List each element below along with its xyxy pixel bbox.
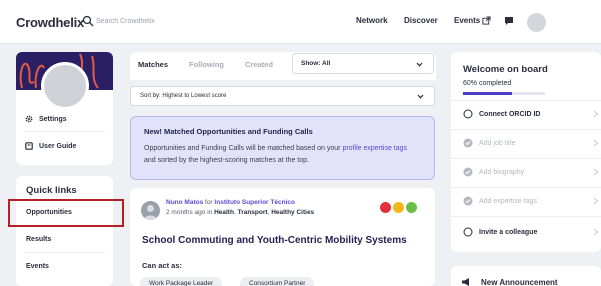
banner-text-start: Opportunities and Funding Calls will be … [144,145,343,152]
book-icon [25,142,33,150]
external-link-icon [482,16,491,25]
quick-link-results[interactable]: Results [26,236,51,243]
show-filter-select[interactable]: Show: All [292,53,434,74]
author-name[interactable]: Nuno Matos [166,199,203,206]
sort-value: Sort by: Highest to Lowest score [140,93,227,99]
post-time: 2 months ago in [166,209,213,216]
search-icon [82,15,94,27]
welcome-card: Welcome on board 60% completed Connect O… [451,52,601,252]
can-act-as-label: Can act as: [142,261,183,270]
role-chip: Consortium Partner [240,277,315,286]
chevron-down-icon [417,94,424,99]
checklist-invite-colleague[interactable]: Invite a colleague [463,227,537,237]
chevron-down-icon [416,62,423,67]
opportunity-card[interactable]: Nuno Matos for Instituto Superior Técnic… [130,188,435,286]
chevron-right-icon [593,197,599,205]
settings-link[interactable]: Settings [25,115,67,123]
checklist-connect-orcid[interactable]: Connect ORCID ID [463,109,599,119]
empty-circle-icon [463,109,473,119]
user-avatar[interactable] [527,13,546,32]
tab-matches[interactable]: Matches [138,60,168,69]
checklist-add-biography[interactable]: Add biography [463,167,524,177]
user-guide-link[interactable]: User Guide [25,142,76,150]
quick-links-card: Quick links Opportunities Results Events [16,176,113,286]
welcome-divider [451,216,601,217]
user-guide-label: User Guide [39,142,77,150]
announcement-card[interactable]: New Announcement [451,266,601,286]
chevron-right-icon [593,110,599,118]
tag-health[interactable]: Health [214,209,234,216]
tag-transport[interactable]: Transport [238,209,268,216]
checklist-label: Add expertise tags [479,197,537,205]
check-circle-icon [463,196,473,206]
show-filter-value: Show: All [301,60,331,67]
nav-discover[interactable]: Discover [404,16,438,25]
checklist-label: Add job title [479,139,516,147]
checklist-label: Connect ORCID ID [479,110,541,118]
checklist-add-job-title[interactable]: Add job title [463,138,516,148]
welcome-divider [451,100,601,101]
check-circle-icon [463,138,473,148]
opportunities-highlight-box [8,199,124,227]
banner-title: New! Matched Opportunities and Funding C… [144,127,313,136]
sort-select[interactable]: Sort by: Highest to Lowest score [130,86,435,106]
chevron-right-icon [593,139,599,147]
badge-yellow-icon [392,201,405,214]
person-icon [144,205,157,220]
megaphone-icon [462,278,469,286]
checklist-add-expertise-tags[interactable]: Add expertise tags [463,196,537,206]
matched-opportunities-banner: New! Matched Opportunities and Funding C… [130,116,435,180]
progress-bar-fill [463,92,513,95]
chevron-right-icon [593,228,599,236]
chat-icon[interactable] [504,16,514,26]
checklist-label: Invite a colleague [479,228,538,236]
tag-healthy-cities[interactable]: Healthy Cities [271,209,314,216]
tab-created[interactable]: Created [245,60,273,69]
banner-text: Opportunities and Funding Calls will be … [144,143,414,167]
gear-icon [25,115,33,123]
announcement-label: New Announcement [481,278,558,286]
welcome-divider [451,187,601,188]
for-word: for [205,199,213,206]
tab-following[interactable]: Following [189,60,224,69]
nav-network[interactable]: Network [356,16,388,25]
profile-divider [24,131,105,132]
author-avatar[interactable] [141,201,160,220]
institution-link[interactable]: Instituto Superior Técnico [214,199,295,206]
profile-card: Settings User Guide [16,52,113,165]
post-meta-line: 2 months ago in Health, Transport, Healt… [166,209,315,216]
chevron-right-icon [593,168,599,176]
post-author-line: Nuno Matos for Instituto Superior Técnic… [166,199,295,206]
badge-red-icon [379,201,392,214]
check-circle-icon [463,167,473,177]
checklist-label: Add biography [479,168,525,176]
banner-text-end: and sorted by the highest-scoring matche… [144,157,309,164]
quick-links-title: Quick links [26,185,77,196]
empty-circle-icon [463,227,473,237]
quick-link-events[interactable]: Events [26,263,49,270]
profile-avatar[interactable] [41,62,89,110]
progress-bar [463,92,545,95]
top-navbar: Crowdhelix Network Discover Events [0,0,601,44]
settings-label: Settings [39,115,67,123]
quick-links-divider [24,252,105,253]
search-input[interactable] [96,12,296,30]
welcome-divider [451,129,601,130]
welcome-title: Welcome on board [463,64,548,75]
welcome-divider [451,158,601,159]
badge-green-icon [405,201,418,214]
role-chip: Work Package Leader [140,277,223,286]
nav-events[interactable]: Events [454,16,480,25]
profile-expertise-link[interactable]: profile expertise tags [342,145,407,152]
crowdhelix-logo[interactable]: Crowdhelix [16,15,84,30]
post-title[interactable]: School Commuting and Youth-Centric Mobil… [142,235,407,246]
progress-text: 60% completed [463,80,512,87]
